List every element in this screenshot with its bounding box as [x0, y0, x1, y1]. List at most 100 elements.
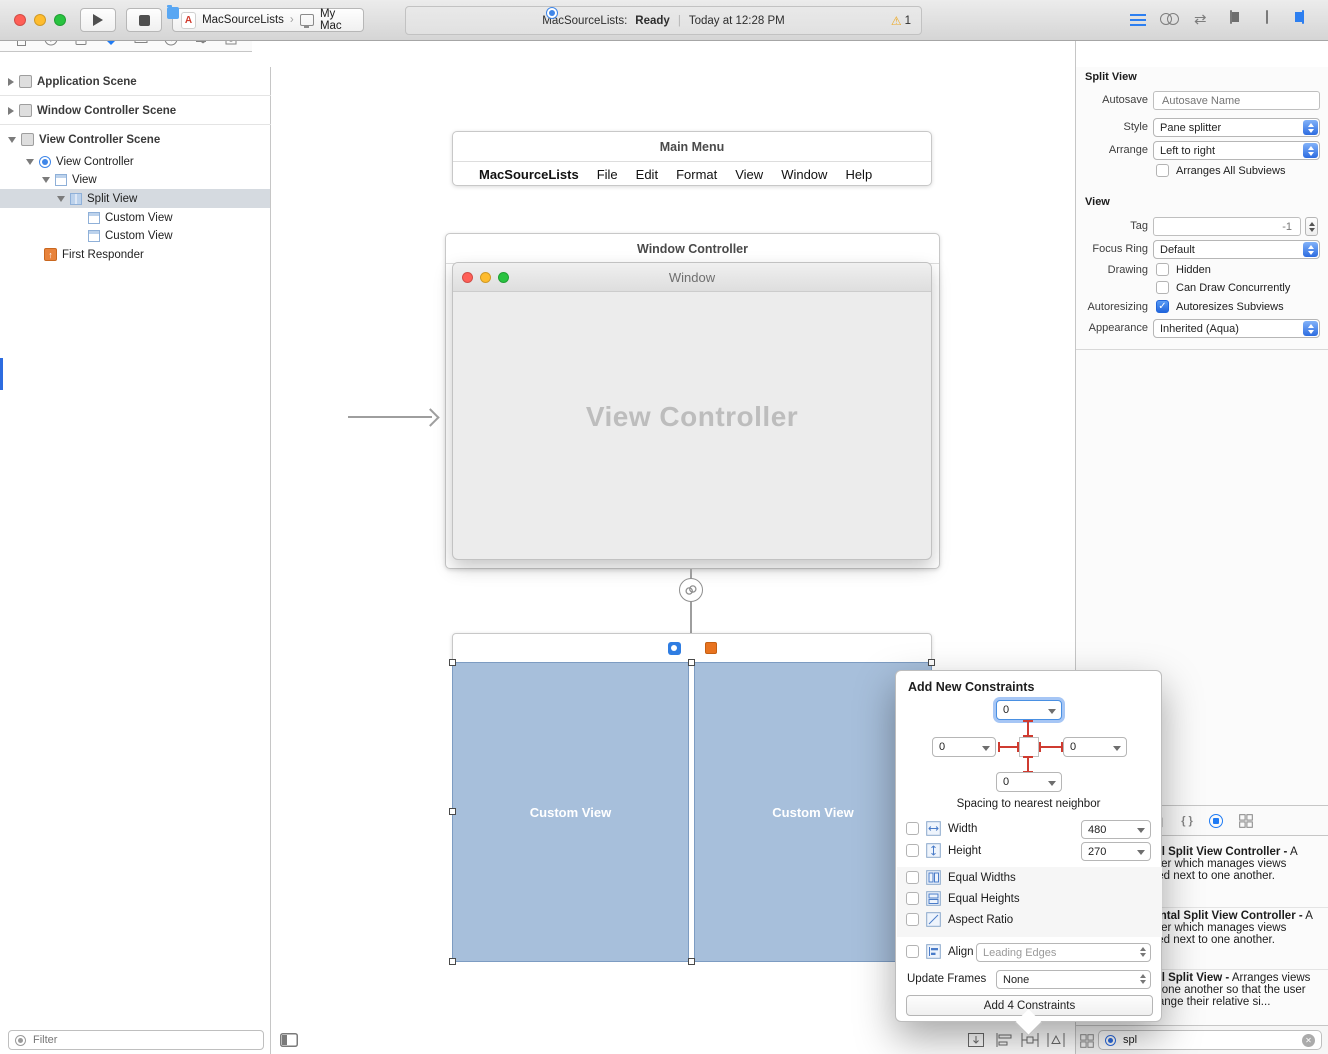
- resize-handle[interactable]: [449, 958, 456, 965]
- stack-button-icon[interactable]: [964, 1031, 988, 1049]
- resize-handle[interactable]: [688, 659, 695, 666]
- menu-item-help[interactable]: Help: [845, 167, 872, 182]
- height-value-combo[interactable]: 270: [1081, 842, 1151, 861]
- disclosure-triangle-icon[interactable]: [8, 137, 16, 143]
- left-spacing-combo[interactable]: 0: [932, 737, 996, 757]
- status-warning-badge[interactable]: ⚠ 1: [891, 14, 911, 28]
- align-value-combo[interactable]: Leading Edges: [976, 943, 1151, 962]
- outline-row-first-responder[interactable]: ↑ First Responder: [0, 245, 270, 264]
- disclosure-triangle-icon[interactable]: [8, 107, 14, 115]
- library-search-field[interactable]: ✕: [1098, 1030, 1322, 1050]
- library-search-input[interactable]: [1121, 1033, 1297, 1047]
- resize-handle[interactable]: [928, 659, 935, 666]
- run-button[interactable]: [80, 8, 116, 32]
- disclosure-triangle-icon[interactable]: [42, 177, 50, 183]
- right-strut[interactable]: [1039, 746, 1063, 748]
- code-snippet-library-tab-icon[interactable]: { }: [1181, 815, 1193, 827]
- style-popup[interactable]: Pane splitter: [1153, 118, 1320, 137]
- disclosure-triangle-icon[interactable]: [8, 78, 14, 86]
- disclosure-triangle-icon[interactable]: [57, 196, 65, 202]
- appearance-label: Appearance: [1075, 322, 1148, 334]
- outline-row-custom-view-1[interactable]: Custom View: [0, 208, 270, 227]
- toggle-inspector-icon[interactable]: [1302, 10, 1304, 24]
- equal-heights-checkbox[interactable]: [906, 892, 919, 905]
- minimize-window-button[interactable]: [34, 14, 46, 26]
- close-window-button[interactable]: [14, 14, 26, 26]
- stop-button[interactable]: [126, 8, 162, 32]
- can-draw-concurrently-checkbox[interactable]: [1156, 281, 1169, 294]
- autoresizes-subviews-checkbox[interactable]: ✓: [1156, 300, 1169, 313]
- outline-row-view-controller[interactable]: View Controller: [0, 152, 270, 171]
- appearance-popup[interactable]: Inherited (Aqua): [1153, 319, 1320, 338]
- tag-label: Tag: [1075, 220, 1148, 232]
- width-checkbox[interactable]: [906, 822, 919, 835]
- toggle-debug-area-icon[interactable]: [1266, 10, 1268, 24]
- activity-status-bar: MacSourceLists: Ready | Today at 12:28 P…: [405, 6, 922, 35]
- tag-field[interactable]: [1153, 217, 1301, 236]
- dock-view-controller-icon[interactable]: [668, 642, 681, 655]
- media-library-tab-icon[interactable]: [1239, 814, 1253, 828]
- zoom-window-button[interactable]: [54, 14, 66, 26]
- main-menu-scene[interactable]: Main Menu MacSourceLists File Edit Forma…: [452, 131, 932, 186]
- height-checkbox[interactable]: [906, 844, 919, 857]
- version-editor-icon[interactable]: ⇄: [1194, 10, 1207, 28]
- aspect-ratio-checkbox[interactable]: [906, 913, 919, 926]
- standard-editor-icon[interactable]: [1130, 14, 1146, 27]
- scheme-name: MacSourceLists: [202, 14, 284, 26]
- arranges-all-subviews-checkbox[interactable]: [1156, 164, 1169, 177]
- focus-ring-popup[interactable]: Default: [1153, 240, 1320, 259]
- toggle-document-outline-icon[interactable]: [280, 1033, 298, 1047]
- outline-row-view[interactable]: View: [0, 170, 270, 189]
- can-draw-concurrently-label: Can Draw Concurrently: [1176, 282, 1290, 294]
- object-library-tab-icon-selected[interactable]: [1209, 814, 1223, 828]
- autosave-field[interactable]: [1153, 91, 1320, 110]
- outline-row-window-controller-scene[interactable]: Window Controller Scene: [0, 101, 270, 120]
- menu-item-view[interactable]: View: [735, 167, 763, 182]
- dock-first-responder-icon[interactable]: [705, 642, 717, 654]
- right-spacing-combo[interactable]: 0: [1063, 737, 1127, 757]
- autosave-input[interactable]: [1160, 94, 1313, 108]
- resize-handle[interactable]: [449, 808, 456, 815]
- menu-item-file[interactable]: File: [597, 167, 618, 182]
- menu-item-window[interactable]: Window: [781, 167, 827, 182]
- top-spacing-combo[interactable]: 0: [996, 700, 1062, 720]
- outline-row-split-view-selected[interactable]: Split View: [0, 189, 270, 208]
- bottom-spacing-combo[interactable]: 0: [996, 772, 1062, 792]
- scheme-selector[interactable]: A MacSourceLists › My Mac: [172, 8, 364, 32]
- strut-cap: [1017, 742, 1019, 752]
- hidden-checkbox[interactable]: [1156, 263, 1169, 276]
- custom-view-left[interactable]: Custom View: [452, 662, 689, 962]
- hidden-label: Hidden: [1176, 264, 1211, 276]
- outline-row-application-scene[interactable]: Application Scene: [0, 72, 270, 91]
- window-object[interactable]: Window View Controller: [452, 262, 932, 560]
- resize-handle[interactable]: [449, 659, 456, 666]
- split-view-object[interactable]: Custom View Custom View: [452, 662, 932, 962]
- menu-item-app[interactable]: MacSourceLists: [479, 167, 579, 182]
- align-button-icon[interactable]: [992, 1031, 1016, 1049]
- status-divider: |: [678, 15, 681, 27]
- outline-row-custom-view-2[interactable]: Custom View: [0, 226, 270, 245]
- outline-row-view-controller-scene[interactable]: View Controller Scene: [0, 130, 270, 149]
- first-responder-icon: ↑: [44, 248, 57, 261]
- resize-handle[interactable]: [688, 958, 695, 965]
- outline-filter-field[interactable]: [8, 1030, 264, 1050]
- arrange-popup[interactable]: Left to right: [1153, 141, 1320, 160]
- library-grid-view-icon[interactable]: [1080, 1034, 1094, 1048]
- toggle-navigator-icon[interactable]: [1230, 10, 1232, 24]
- menu-item-edit[interactable]: Edit: [636, 167, 658, 182]
- align-checkbox[interactable]: [906, 945, 919, 958]
- disclosure-triangle-icon[interactable]: [26, 159, 34, 165]
- resolve-issues-button-icon[interactable]: [1044, 1031, 1068, 1049]
- segue-icon[interactable]: [679, 578, 703, 602]
- menu-item-format[interactable]: Format: [676, 167, 717, 182]
- filter-input[interactable]: [31, 1033, 257, 1047]
- left-strut[interactable]: [998, 746, 1019, 748]
- update-frames-combo[interactable]: None: [996, 970, 1151, 989]
- xcode-window: A MacSourceLists › My Mac MacSourceLists…: [0, 0, 1328, 1054]
- tag-stepper[interactable]: [1305, 217, 1318, 236]
- width-value-combo[interactable]: 480: [1081, 820, 1151, 839]
- clear-search-icon[interactable]: ✕: [1302, 1034, 1315, 1047]
- spacing-caption: Spacing to nearest neighbor: [896, 798, 1161, 810]
- tag-input[interactable]: [1160, 220, 1294, 234]
- equal-widths-checkbox[interactable]: [906, 871, 919, 884]
